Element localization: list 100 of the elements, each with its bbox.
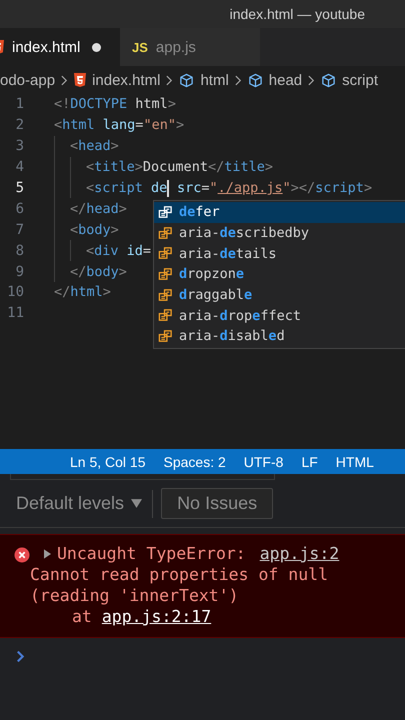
code-token: Document (142, 159, 208, 176)
code-token: html (70, 284, 103, 300)
prompt-chevron-icon[interactable] (16, 650, 25, 663)
breadcrumb-item[interactable]: index.html (92, 72, 160, 88)
code-token: </ (70, 264, 86, 280)
code-token: ></ (290, 180, 316, 196)
code-token: < (54, 117, 62, 134)
suggestion-item[interactable]: d ropzone (154, 264, 405, 285)
code-token: src (176, 180, 202, 196)
suggestion-item[interactable]: aria-details (154, 243, 405, 264)
status-item[interactable]: HTML (336, 454, 374, 470)
line-number: 2 (14, 117, 24, 134)
code-token: body (86, 264, 119, 280)
source-link[interactable]: app.js:2:17 (102, 606, 212, 627)
text-cursor (167, 180, 169, 196)
code-token: </ (70, 200, 86, 217)
code-token: > (364, 180, 372, 196)
code-token: > (102, 284, 111, 300)
code-token: body (78, 222, 111, 238)
chevron-icon (234, 74, 242, 86)
code-token: > (110, 138, 119, 154)
property-icon (158, 204, 173, 220)
code-token: > (264, 159, 273, 176)
breadcrumb-item[interactable]: script (342, 72, 378, 88)
code-token: = (142, 242, 152, 259)
line-number: 11 (6, 305, 24, 322)
cube-icon (321, 72, 336, 88)
code-token: > (110, 222, 119, 238)
code-token: "en" (143, 117, 176, 134)
status-item[interactable]: LF (301, 454, 318, 470)
property-icon (158, 246, 173, 262)
caret-icon (131, 499, 142, 508)
chevron-icon (61, 74, 68, 86)
suggestion-item[interactable]: aria-disabled (154, 326, 405, 347)
status-item[interactable]: Ln 5, Col 15 (70, 454, 146, 470)
code-token: head (86, 200, 119, 217)
chevron-icon (308, 74, 316, 86)
editor-tab[interactable]: JS app.js (120, 28, 260, 66)
suggestion-item[interactable]: aria-describedby (154, 222, 405, 244)
error-text: at (72, 606, 92, 627)
code-token: < (86, 242, 94, 259)
property-icon (158, 308, 173, 324)
editor-tab[interactable]: index.html (0, 28, 120, 66)
error-text: Cannot read properties of null (30, 564, 330, 585)
line-number: 7 (14, 222, 24, 238)
code-token: > (168, 96, 176, 112)
property-icon (158, 288, 173, 303)
code-token: lang (102, 117, 136, 134)
suggestion-item[interactable]: defer (154, 202, 405, 223)
issues-button[interactable]: No Issues (161, 488, 274, 519)
code-token: > (134, 159, 143, 176)
code-token: id (126, 242, 143, 259)
cube-icon (248, 72, 263, 88)
code-token: </ (54, 284, 70, 300)
line-number: 1 (14, 96, 24, 112)
levels-dropdown[interactable]: Default levels (14, 491, 144, 516)
source-link[interactable]: app.js:2 (260, 543, 340, 564)
code-token: > (118, 264, 127, 280)
property-icon (158, 328, 173, 344)
breadcrumb-item[interactable]: head (268, 72, 302, 88)
cube-icon (179, 72, 194, 88)
breadcrumb-item[interactable]: html (200, 72, 229, 88)
code-token: html (134, 96, 168, 112)
code-token: > (118, 200, 127, 217)
expand-triangle-icon[interactable] (44, 548, 51, 558)
code-token: script (94, 180, 143, 196)
code-token: = (201, 180, 210, 196)
line-number: 5 (14, 180, 24, 196)
line-number: 9 (14, 264, 24, 280)
code-token: script (315, 180, 364, 196)
code-token: ./app.js (218, 180, 283, 196)
suggestion-item[interactable]: aria-d ropeffect (154, 305, 405, 326)
code-token: > (176, 117, 184, 134)
code-token: = (135, 117, 144, 134)
suggestion-item[interactable]: d raggable (154, 284, 405, 306)
line-number: 3 (14, 138, 24, 154)
code-token: < (86, 180, 94, 196)
html-file-icon (74, 73, 86, 87)
property-icon (158, 226, 173, 241)
code-token: title (94, 159, 135, 176)
code-token: < (70, 138, 78, 154)
chevron-icon (166, 74, 174, 86)
line-number: 10 (6, 284, 24, 300)
property-icon (158, 266, 173, 282)
status-item[interactable]: Spaces: 2 (164, 454, 226, 470)
code-token: title (224, 159, 265, 176)
error-icon (14, 547, 30, 563)
code-token: div (94, 242, 119, 259)
window-title: index.html — youtube (230, 6, 365, 22)
code-token: DOCTYPE (70, 96, 128, 112)
code-token: </ (208, 159, 224, 176)
code-token: <! (54, 96, 70, 112)
breadcrumb-item[interactable]: odo-app (0, 72, 56, 88)
error-text: (reading 'innerText') (30, 585, 240, 606)
line-number: 6 (14, 200, 24, 217)
js-file-icon: JS (132, 40, 148, 54)
status-item[interactable]: UTF-8 (244, 454, 284, 470)
code-token: " (282, 180, 291, 196)
code-token: < (86, 159, 94, 176)
code-token: " (209, 180, 218, 196)
